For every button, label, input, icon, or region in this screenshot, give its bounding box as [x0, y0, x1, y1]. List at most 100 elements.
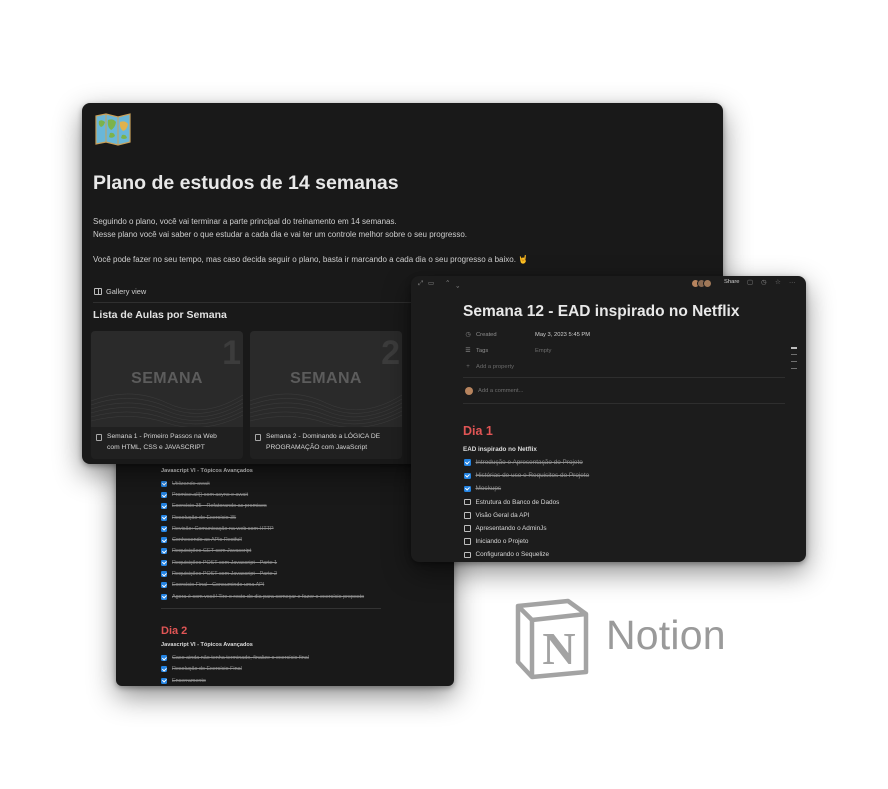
checkbox-unchecked[interactable]: [464, 538, 471, 545]
checkbox-checked[interactable]: [161, 582, 167, 589]
todo-label: Exercício 35 - Refatorando as promises: [172, 503, 267, 510]
comment-icon[interactable]: ▢: [747, 279, 753, 286]
todo-label: Visão Geral da API: [475, 511, 530, 519]
gallery-card[interactable]: 2 SEMANA Semana 2 - Dominando a LÓGICA D…: [250, 331, 402, 459]
checkbox-checked[interactable]: [161, 480, 167, 487]
todo-label: Promise.all() com async e await: [172, 491, 249, 498]
checkbox-checked[interactable]: [161, 666, 167, 673]
card-cover: 1 SEMANA: [91, 331, 243, 427]
database-title[interactable]: Lista de Aulas por Semana: [93, 309, 227, 321]
todo-item[interactable]: Requisições POST com Javascript - Parte …: [161, 557, 411, 568]
todo-item[interactable]: Introdução e Apresentação do Projeto: [464, 456, 589, 469]
updates-icon[interactable]: ◷: [761, 279, 767, 286]
section-title: Javascript VI - Tópicos Avançados: [161, 642, 253, 649]
add-property-button[interactable]: + Add a property: [465, 364, 514, 370]
outline-marker[interactable]: [791, 368, 797, 369]
todo-item[interactable]: Resolução do Exercício Final: [161, 664, 411, 675]
todo-item[interactable]: Exercício Final - Consumindo uma API: [161, 580, 411, 591]
gallery-icon: [94, 288, 102, 295]
divider: [463, 377, 785, 378]
gallery-card[interactable]: 1 SEMANA Semana 1 - Primeiro Passos na W…: [91, 331, 243, 459]
checkbox-unchecked[interactable]: [464, 512, 471, 519]
todo-item[interactable]: Requisições POST com Javascript - Parte …: [161, 568, 411, 579]
checkbox-checked[interactable]: [161, 559, 167, 566]
paragraph: Seguindo o plano, você vai terminar a pa…: [93, 217, 397, 226]
checkbox-checked[interactable]: [161, 537, 167, 544]
card-title: Semana 1 - Primeiro Passos na Web com HT…: [107, 433, 217, 451]
todo-item[interactable]: Agora é com você! Tire o resto do dia pa…: [161, 591, 411, 602]
avatar: [465, 387, 473, 395]
chevron-down-icon[interactable]: ⌃: [455, 281, 460, 288]
page-title: Plano de estudos de 14 semanas: [93, 172, 399, 194]
checkbox-unchecked[interactable]: [464, 551, 471, 559]
todo-label: Requisições GET com Javascript: [172, 548, 252, 555]
todo-label: Resolução do Exercício Final: [172, 666, 242, 673]
checkbox-checked[interactable]: [161, 525, 167, 532]
outline-marker[interactable]: [791, 361, 797, 362]
checkbox-checked[interactable]: [161, 503, 167, 510]
checkbox-checked[interactable]: [161, 593, 167, 600]
checkbox-checked[interactable]: [161, 571, 167, 578]
checkbox-checked[interactable]: [161, 654, 167, 661]
todo-item[interactable]: Configurando o Sequelize: [464, 548, 589, 561]
checkbox-checked[interactable]: [161, 491, 167, 498]
todo-label: Revisão: Comunicação na web com HTTP: [172, 525, 274, 532]
todo-label: Mockups: [475, 485, 502, 493]
todo-item[interactable]: Estrutura do Banco de Dados: [464, 496, 589, 509]
avatar[interactable]: [703, 279, 712, 288]
todo-item[interactable]: Exercício 35 - Refatorando as promises: [161, 501, 411, 512]
property-value[interactable]: Empty: [535, 348, 551, 354]
expand-icon[interactable]: ⤢: [418, 280, 423, 287]
star-icon[interactable]: ☆: [775, 279, 781, 286]
card-cover-word: SEMANA: [131, 370, 203, 387]
todo-item[interactable]: Histórias de uso e Requisitos do Projeto: [464, 469, 589, 482]
paragraph: Nesse plano você vai saber o que estudar…: [93, 229, 467, 239]
section-title: Javascript VI - Tópicos Avançados: [161, 468, 253, 474]
checkbox-unchecked[interactable]: [464, 498, 471, 506]
checkbox-checked[interactable]: [161, 548, 167, 555]
paragraph: Você pode fazer no seu tempo, mas caso d…: [93, 254, 529, 264]
todo-label: Histórias de uso e Requisitos do Projeto: [475, 472, 590, 480]
todo-item[interactable]: Mockups: [464, 482, 589, 495]
chevron-up-icon[interactable]: ⌃: [445, 280, 450, 287]
property-tags[interactable]: ☰ Tags: [465, 348, 488, 354]
todo-item[interactable]: Apresentando o AdminJs: [464, 522, 589, 535]
comment-input[interactable]: Add a comment...: [465, 387, 523, 395]
todo-item[interactable]: Utilizando await: [161, 478, 411, 489]
day-heading: Dia 2: [161, 625, 188, 638]
property-created[interactable]: ◷ Created: [465, 332, 497, 338]
checkbox-checked[interactable]: [161, 514, 167, 521]
todo-list: Caso ainda não tenha terminado, finalize…: [161, 652, 411, 686]
divider: [93, 302, 413, 303]
todo-item[interactable]: Iniciando o Projeto: [464, 535, 589, 548]
todo-item[interactable]: Visão Geral da API: [464, 509, 589, 522]
checkbox-checked[interactable]: [464, 459, 471, 466]
todo-item[interactable]: Conhecendo as APIs Restfull: [161, 534, 411, 545]
plus-icon: +: [466, 364, 470, 370]
share-button[interactable]: Share: [724, 279, 739, 285]
view-switcher[interactable]: Gallery view: [94, 287, 146, 296]
property-label: Tags: [476, 348, 489, 354]
week-12-page-window: ⤢ ▭ ⌃ ⌃ Share ▢ ◷ ☆ ··· Semana 12 - EAD …: [411, 276, 806, 562]
page-icon: [96, 433, 102, 441]
more-icon[interactable]: ···: [789, 279, 796, 286]
todo-item[interactable]: Promise.all() com async e await: [161, 489, 411, 500]
todo-item[interactable]: Encerramento: [161, 675, 411, 686]
card-title-row: Semana 2 - Dominando a LÓGICA DE PROGRAM…: [255, 432, 397, 453]
peek-mode-icon[interactable]: ▭: [428, 280, 434, 287]
outline-marker[interactable]: [791, 354, 797, 355]
view-label: Gallery view: [106, 287, 147, 296]
todo-item[interactable]: Resolução do Exercício 35: [161, 512, 411, 523]
page-topbar: ⤢ ▭ ⌃ ⌃ Share ▢ ◷ ☆ ···: [411, 276, 806, 291]
todo-item[interactable]: Caso ainda não tenha terminado, finalize…: [161, 652, 411, 663]
checkbox-checked[interactable]: [464, 485, 471, 493]
checkbox-checked[interactable]: [464, 472, 471, 480]
todo-item[interactable]: Requisições GET com Javascript: [161, 546, 411, 557]
outline-marker[interactable]: [791, 347, 797, 349]
section-title: EAD inspirado no Netflix: [463, 446, 537, 453]
property-label: Created: [476, 332, 497, 338]
notion-logo-icon: N: [512, 598, 592, 680]
todo-item[interactable]: Revisão: Comunicação na web com HTTP: [161, 523, 411, 534]
checkbox-checked[interactable]: [161, 677, 167, 684]
checkbox-unchecked[interactable]: [464, 525, 471, 532]
